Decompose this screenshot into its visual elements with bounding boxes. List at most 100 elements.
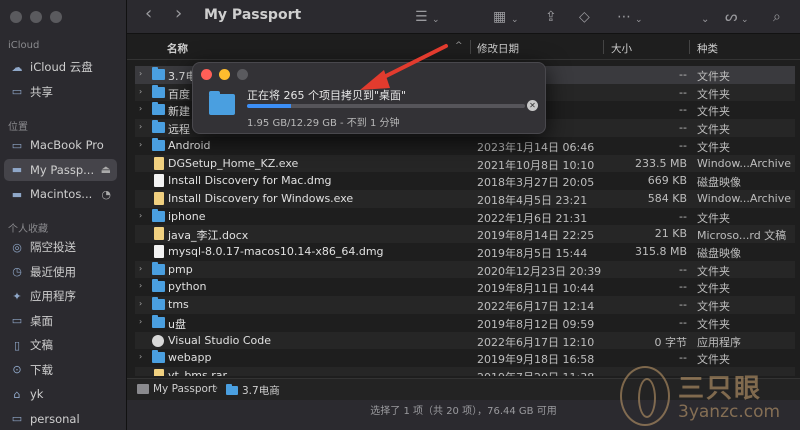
path-drive[interactable]: My Passport bbox=[153, 383, 216, 395]
chevron-down-icon[interactable]: ⌄ bbox=[635, 11, 643, 29]
disclosure-chevron-icon[interactable]: › bbox=[139, 264, 142, 273]
drive-icon: ▬ bbox=[11, 187, 23, 201]
chevron-down-icon[interactable]: ⌄ bbox=[741, 11, 749, 29]
sidebar-item[interactable]: ▭ personal bbox=[4, 408, 117, 430]
file-name: mysql-8.0.17-macos10.14-x86_64.dmg bbox=[168, 245, 384, 258]
table-row[interactable]: › Android 2023年1月14日 06:46 -- 文件夹 bbox=[135, 137, 795, 155]
sidebar-item[interactable]: ⌂ yk bbox=[4, 383, 117, 405]
disclosure-chevron-icon[interactable]: › bbox=[139, 87, 142, 96]
dialog-minimize-button[interactable] bbox=[219, 69, 230, 80]
file-kind: 磁盘映像 bbox=[697, 176, 741, 190]
sidebar-section-header: 个人收藏 bbox=[8, 224, 48, 235]
table-row[interactable]: › tms 2022年6月17日 12:14 -- 文件夹 bbox=[135, 296, 795, 314]
chevron-down-icon[interactable]: ⌄ bbox=[701, 11, 709, 29]
list-view-icon[interactable]: ☰ bbox=[415, 8, 428, 26]
table-row[interactable]: › iphone 2022年1月6日 21:31 -- 文件夹 bbox=[135, 208, 795, 226]
sync-icon[interactable]: ᔕ bbox=[725, 8, 737, 26]
minimize-window-button[interactable] bbox=[30, 11, 42, 23]
sidebar-item[interactable]: ▭ MacBook Pro bbox=[4, 134, 117, 156]
file-size: -- bbox=[679, 85, 687, 99]
sidebar: iCloud ☁ iCloud 云盘 ▭ 共享 位置 ▭ MacBook Pro ▬ My Pas… bbox=[0, 0, 127, 430]
more-icon[interactable]: ⋯ bbox=[617, 8, 631, 26]
watermark-en: 3yanzc.com bbox=[678, 402, 781, 422]
file-icon bbox=[154, 227, 164, 241]
sidebar-item[interactable]: ◎ 隔空投送 bbox=[4, 236, 117, 258]
eject-icon[interactable]: ⏏ bbox=[101, 163, 111, 176]
column-date[interactable]: 修改日期 bbox=[477, 41, 519, 56]
disclosure-chevron-icon[interactable]: › bbox=[139, 122, 142, 131]
file-size: 315.8 MB bbox=[634, 245, 687, 258]
sidebar-item[interactable]: ⊙ 下载 bbox=[4, 359, 117, 381]
file-kind: 文件夹 bbox=[697, 105, 730, 119]
disclosure-chevron-icon[interactable]: › bbox=[139, 140, 142, 149]
disclosure-chevron-icon[interactable]: › bbox=[139, 352, 142, 361]
file-kind: 文件夹 bbox=[697, 264, 730, 278]
table-row[interactable]: Install Discovery for Windows.exe 2018年4月… bbox=[135, 189, 795, 208]
table-row[interactable]: mysql-8.0.17-macos10.14-x86_64.dmg 2019年8… bbox=[135, 243, 795, 261]
table-row[interactable]: Install Discovery for Mac.dmg 2018年3月27日 … bbox=[135, 172, 795, 190]
sidebar-item-label: 文稿 bbox=[30, 338, 53, 352]
tag-icon[interactable]: ◇ bbox=[579, 8, 590, 26]
file-name: Visual Studio Code bbox=[168, 333, 272, 347]
table-row[interactable]: › python 2019年8月11日 10:44 -- 文件夹 bbox=[135, 278, 795, 296]
file-date: 2019年9月18日 16:58 bbox=[477, 353, 595, 367]
folder-icon bbox=[152, 314, 165, 328]
copy-progress-dialog: 正在将 265 个项目拷贝到"桌面" ✕ 1.95 GB/12.29 GB - … bbox=[192, 62, 546, 134]
file-date: 2019年8月11日 10:44 bbox=[477, 282, 595, 296]
zoom-window-button[interactable] bbox=[50, 11, 62, 23]
column-name[interactable]: 名称 bbox=[167, 41, 188, 56]
sidebar-section-header: 位置 bbox=[8, 122, 28, 133]
sidebar-item-label: 隔空投送 bbox=[30, 240, 76, 254]
dialog-zoom-button[interactable] bbox=[237, 69, 248, 80]
disclosure-chevron-icon[interactable]: › bbox=[139, 299, 142, 308]
file-name: Install Discovery for Windows.exe bbox=[168, 191, 354, 205]
chevron-down-icon[interactable]: ⌄ bbox=[511, 11, 519, 29]
sidebar-item-label: 下载 bbox=[30, 362, 53, 377]
table-row[interactable]: › pmp 2020年12月23日 20:39 -- 文件夹 bbox=[135, 260, 795, 279]
sidebar-item[interactable]: ▭ 共享 bbox=[4, 81, 117, 103]
sidebar-item[interactable]: ▬ My Passp... ⏏ bbox=[4, 158, 117, 181]
file-name: iphone bbox=[168, 209, 206, 223]
group-icon[interactable]: ▦ bbox=[493, 8, 506, 26]
disclosure-chevron-icon[interactable]: › bbox=[139, 317, 142, 326]
column-kind[interactable]: 种类 bbox=[697, 41, 718, 56]
sidebar-item[interactable]: ✦ 应用程序 bbox=[4, 285, 117, 307]
sidebar-item[interactable]: ◷ 最近使用 bbox=[4, 261, 117, 283]
search-icon[interactable]: ⌕ bbox=[773, 8, 781, 26]
table-row[interactable]: Visual Studio Code 2022年6月17日 12:10 0 字节 应用… bbox=[135, 331, 795, 350]
forward-icon[interactable]: › bbox=[175, 5, 182, 23]
download-icon: ⊙ bbox=[12, 363, 22, 376]
table-row[interactable]: › u盘 2019年8月12日 09:59 -- 文件夹 bbox=[135, 314, 795, 332]
disclosure-chevron-icon[interactable]: › bbox=[139, 281, 142, 290]
file-date: 2021年10月8日 10:10 bbox=[477, 158, 595, 172]
share-icon[interactable]: ⇪ bbox=[545, 8, 557, 26]
file-size: -- bbox=[679, 298, 687, 312]
folder-icon bbox=[226, 384, 238, 395]
disclosure-chevron-icon[interactable]: › bbox=[139, 211, 142, 220]
chevron-down-icon[interactable]: ⌄ bbox=[432, 11, 440, 29]
sidebar-item[interactable]: ▬ Macintos... ◔ bbox=[4, 183, 117, 205]
dialog-close-button[interactable] bbox=[201, 69, 212, 80]
folder-icon bbox=[152, 261, 165, 275]
folder-icon bbox=[152, 208, 165, 222]
folder-icon bbox=[152, 84, 165, 98]
file-kind: 文件夹 bbox=[697, 282, 730, 296]
table-row[interactable]: DGSetup_Home_KZ.exe 2021年10月8日 10:10 233.5… bbox=[135, 154, 795, 173]
toolbar: ‹ › My Passport ☰ ⌄ ▦ ⌄ ⇪ ◇ ⋯ ⌄ ⌄ ᔕ ⌄ ⌕ bbox=[127, 0, 800, 34]
table-row[interactable]: java_李江.docx 2019年8月14日 22:25 21 KB Microso… bbox=[135, 225, 795, 243]
close-window-button[interactable] bbox=[10, 11, 22, 23]
path-folder[interactable]: 3.7电商 bbox=[242, 383, 280, 398]
sidebar-item[interactable]: ☁ iCloud 云盘 bbox=[4, 56, 117, 78]
sidebar-item[interactable]: ▯ 文稿 bbox=[4, 334, 117, 356]
stop-copy-icon[interactable]: ✕ bbox=[527, 100, 538, 111]
file-name: pmp bbox=[168, 262, 193, 276]
back-icon[interactable]: ‹ bbox=[145, 5, 152, 23]
disclosure-chevron-icon[interactable]: › bbox=[139, 104, 142, 113]
file-name: 百度 bbox=[168, 87, 190, 101]
disclosure-chevron-icon[interactable]: › bbox=[139, 69, 142, 78]
sidebar-item[interactable]: ▭ 桌面 bbox=[4, 310, 117, 332]
column-size[interactable]: 大小 bbox=[611, 41, 632, 56]
sidebar-item-label: 应用程序 bbox=[30, 289, 76, 303]
file-size: -- bbox=[679, 262, 687, 276]
sidebar-item-label: Macintos... bbox=[30, 187, 93, 201]
